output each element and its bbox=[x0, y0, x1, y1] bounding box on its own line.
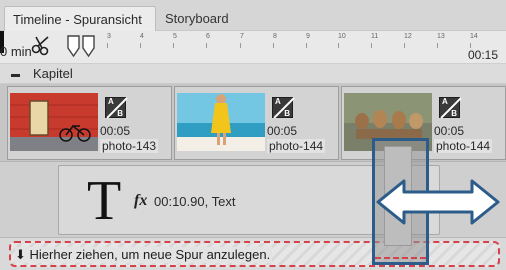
double-arrow-icon bbox=[376, 179, 500, 225]
scissors-icon[interactable] bbox=[30, 34, 52, 56]
down-arrow-icon: ⬇ bbox=[15, 247, 26, 262]
ruler-tick: 10 bbox=[338, 33, 346, 48]
ruler-tick: 12 bbox=[404, 33, 412, 48]
ruler-tick: 8 bbox=[273, 33, 277, 48]
thumbnail-red-wall bbox=[10, 93, 98, 151]
split-markers-icon[interactable] bbox=[66, 34, 98, 58]
ruler-tick: 4 bbox=[140, 33, 144, 48]
transition-icon[interactable] bbox=[439, 97, 462, 119]
ruler-end-label: 00:15 bbox=[467, 48, 498, 62]
text-object-icon: T bbox=[87, 170, 122, 232]
clip-duration: 00:05 bbox=[267, 124, 298, 138]
clip-duration: 00:05 bbox=[434, 124, 465, 138]
text-effect-icon[interactable]: fx bbox=[134, 192, 147, 210]
ruler-tick: 9 bbox=[306, 33, 310, 48]
drop-zone-text: Hierher ziehen, um neue Spur anzulegen. bbox=[29, 247, 271, 262]
tab-storyboard[interactable]: Storyboard bbox=[157, 6, 237, 31]
clip-filename: photo-144 bbox=[267, 139, 326, 153]
drop-zone-label: ⬇ Hierher ziehen, um neue Spur anzulegen… bbox=[15, 247, 273, 263]
ruler-tick: 7 bbox=[240, 33, 244, 48]
thumbnail-beach bbox=[177, 93, 265, 151]
photo-clip[interactable]: 00:05 photo-143 bbox=[7, 86, 172, 160]
photo-clip[interactable]: 00:05 photo-144 bbox=[174, 86, 339, 160]
chapter-label: Kapitel bbox=[33, 66, 73, 81]
photo-track: 00:05 photo-143 00:05 photo-144 00:0 bbox=[0, 84, 506, 162]
collapse-icon[interactable] bbox=[10, 70, 21, 81]
ruler-start-label: 0 min bbox=[0, 44, 32, 59]
transition-icon[interactable] bbox=[272, 97, 295, 119]
ruler-tick: 14 bbox=[470, 33, 478, 48]
text-clip-label: 00:10.90, Text bbox=[154, 194, 236, 209]
tab-bar: Timeline - Spuransicht Storyboard bbox=[0, 0, 506, 31]
tab-timeline[interactable]: Timeline - Spuransicht bbox=[4, 6, 156, 31]
ruler-tick: 11 bbox=[371, 33, 379, 48]
clip-duration: 00:05 bbox=[100, 124, 131, 138]
transition-icon[interactable] bbox=[105, 97, 128, 119]
time-ruler[interactable]: 0 min 3 4 5 6 7 8 9 10 11 12 13 14 00:15 bbox=[0, 31, 506, 64]
ruler-tick: 5 bbox=[173, 33, 177, 48]
ruler-tick: 6 bbox=[206, 33, 210, 48]
drop-indicator-line bbox=[375, 257, 426, 259]
clip-filename: photo-143 bbox=[100, 139, 159, 153]
chapter-row[interactable]: Kapitel bbox=[0, 64, 506, 84]
clip-filename: photo-144 bbox=[434, 139, 493, 153]
ruler-tick: 13 bbox=[437, 33, 445, 48]
ruler-tick: 3 bbox=[107, 33, 111, 48]
